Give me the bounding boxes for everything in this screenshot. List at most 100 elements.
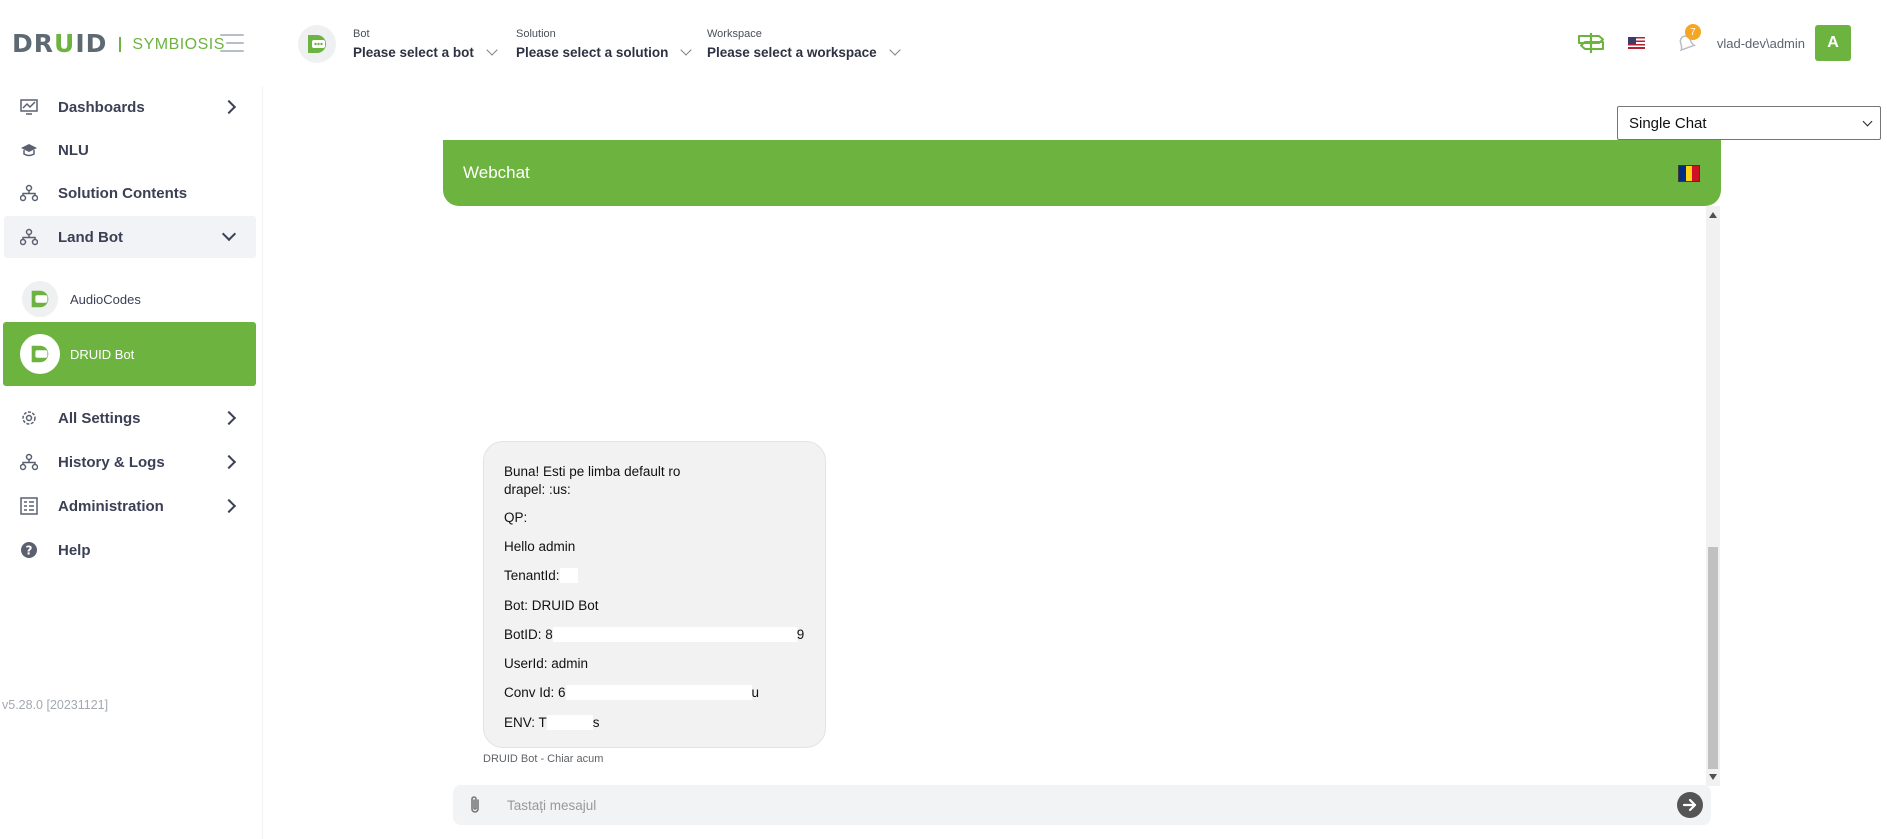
message-line: BotID: 8 9 <box>504 627 804 642</box>
chevron-right-icon <box>221 410 237 426</box>
sidebar-subitem-label: AudioCodes <box>70 291 141 307</box>
bot-id-label: BotID: 8 <box>504 627 553 642</box>
chevron-right-icon <box>221 99 237 115</box>
dashboard-icon <box>18 96 40 118</box>
message-line: Bot: DRUID Bot <box>504 598 599 613</box>
message-line: QP: <box>504 510 528 525</box>
notifications-button[interactable]: 7 <box>1675 24 1701 54</box>
druid-logo[interactable]: DRUID SYMBIOSIS <box>12 28 225 58</box>
svg-text:?: ? <box>26 544 33 558</box>
logo-subtitle: SYMBIOSIS <box>132 36 225 53</box>
scroll-up-arrow-icon[interactable] <box>1709 212 1717 218</box>
redacted-value <box>552 627 797 642</box>
sidebar-item-history-logs[interactable]: History & Logs <box>4 441 256 483</box>
sidebar-item-land-bot[interactable]: Land Bot <box>4 216 256 258</box>
workspace-selector-value: Please select a workspace <box>707 45 877 60</box>
admin-panel-icon <box>18 495 40 517</box>
chat-mode-value: Single Chat <box>1629 114 1707 132</box>
sidebar-item-label: NLU <box>58 141 89 159</box>
logo-divider <box>119 37 122 52</box>
conv-id-label: Conv Id: 6 <box>504 685 566 700</box>
message-line: Hello admin <box>504 539 576 554</box>
username[interactable]: vlad-dev\admin <box>1717 36 1805 51</box>
sidebar-item-dashboards[interactable]: Dashboards <box>4 86 256 128</box>
message-line: ENV: T s <box>504 715 600 730</box>
sitemap-icon <box>18 182 40 204</box>
bot-selector[interactable]: Bot Please select a bot <box>353 28 498 62</box>
header-actions: 7 vlad-dev\admin A <box>1574 24 1851 61</box>
workspace-selector-label: Workspace <box>707 28 762 40</box>
sidebar-item-label: Solution Contents <box>58 184 188 202</box>
conv-id-tail: u <box>751 685 760 700</box>
top-header: DRUID SYMBIOSIS Bot Please select a bot … <box>0 0 1887 86</box>
notification-badge: 7 <box>1684 24 1701 40</box>
sidebar-item-help[interactable]: ? Help <box>4 529 256 571</box>
chevron-down-icon <box>888 44 901 56</box>
message-line: Conv Id: 6 u <box>504 685 759 700</box>
menu-toggle-icon[interactable] <box>220 34 244 52</box>
webchat-header: Webchat <box>443 140 1721 206</box>
sidebar-item-nlu[interactable]: NLU <box>4 129 256 171</box>
sidebar-item-label: History & Logs <box>58 453 165 471</box>
message-line: TenantId: <box>504 568 578 583</box>
scroll-down-arrow-icon[interactable] <box>1709 774 1717 780</box>
sidebar-subitem-label: DRUID Bot <box>70 346 135 362</box>
message-meta: DRUID Bot - Chiar acum <box>483 753 604 765</box>
workspace-selector[interactable]: Workspace Please select a workspace <box>707 28 901 62</box>
graduation-cap-icon <box>18 139 40 161</box>
app-version: v5.28.0 [20231121] <box>2 698 109 712</box>
gear-icon <box>18 407 40 429</box>
bot-selector-value: Please select a bot <box>353 45 474 60</box>
arrow-right-icon <box>1682 798 1697 812</box>
solution-selector-value: Please select a solution <box>516 45 669 60</box>
sidebar-subitem-druid-bot[interactable]: DRUID Bot <box>3 322 256 386</box>
sidebar-item-solution-contents[interactable]: Solution Contents <box>4 172 256 214</box>
bot-avatar-icon <box>298 25 336 63</box>
webchat-title: Webchat <box>463 163 530 182</box>
redacted-value <box>559 568 578 583</box>
message-input[interactable] <box>507 797 1677 813</box>
chat-mode-select[interactable]: Single Chat <box>1617 106 1881 140</box>
message-line: drapel: :us: <box>504 482 571 497</box>
redacted-value <box>546 715 593 730</box>
sitemap-icon <box>18 226 40 248</box>
bot-message-bubble: Buna! Esti pe limba default ro drapel: :… <box>483 441 826 748</box>
solution-selector[interactable]: Solution Please select a solution <box>516 28 692 62</box>
redacted-value <box>565 685 752 700</box>
sitemap-icon <box>18 451 40 473</box>
sidebar-item-label: Help <box>58 541 91 559</box>
chevron-down-icon <box>680 44 692 56</box>
sidebar-item-label: Dashboards <box>58 98 145 116</box>
chevron-down-icon <box>221 226 237 242</box>
sidebar-item-label: Land Bot <box>58 228 123 246</box>
user-avatar[interactable]: A <box>1815 25 1851 61</box>
tenant-id-label: TenantId: <box>504 568 560 583</box>
chevron-right-icon <box>221 454 237 470</box>
message-line: UserId: admin <box>504 656 589 671</box>
chevron-right-icon <box>221 498 237 514</box>
sidebar-item-label: All Settings <box>58 409 141 427</box>
message-composer <box>453 785 1711 825</box>
signpost-icon[interactable] <box>1574 31 1608 55</box>
chevron-down-icon <box>1862 116 1873 127</box>
paperclip-icon[interactable] <box>465 794 485 816</box>
sidebar: Dashboards NLU Solution Contents Land Bo… <box>0 86 262 839</box>
sidebar-item-label: Administration <box>58 497 164 515</box>
us-flag-icon[interactable] <box>1627 37 1645 49</box>
logo-text: DRUID <box>12 28 108 58</box>
scroll-thumb[interactable] <box>1708 547 1718 769</box>
bot-avatar-icon <box>20 279 60 319</box>
romanian-flag-icon[interactable] <box>1678 164 1700 182</box>
bot-id-tail: 9 <box>796 627 805 642</box>
bot-selector-label: Bot <box>353 28 370 40</box>
sidebar-item-administration[interactable]: Administration <box>4 485 256 527</box>
env-label: ENV: T <box>504 715 547 730</box>
chat-scrollbar[interactable] <box>1706 206 1720 786</box>
question-circle-icon: ? <box>18 539 40 561</box>
chevron-down-icon <box>486 44 498 56</box>
send-button[interactable] <box>1677 792 1703 818</box>
solution-selector-label: Solution <box>516 28 556 40</box>
bot-avatar-icon <box>20 334 60 374</box>
message-line: Buna! Esti pe limba default ro <box>504 464 681 479</box>
sidebar-item-all-settings[interactable]: All Settings <box>4 397 256 439</box>
